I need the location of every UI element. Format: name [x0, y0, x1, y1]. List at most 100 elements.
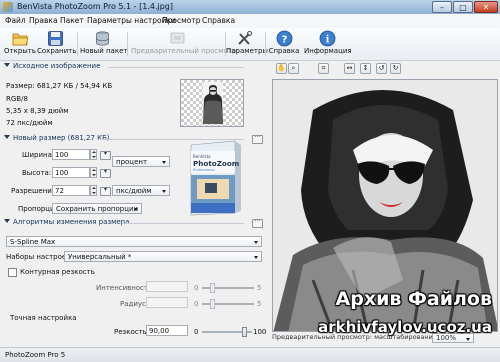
chevron-down-icon — [162, 190, 166, 193]
save-label: Сохранить — [37, 47, 77, 55]
source-size: Размер: 681,27 КБ / 54,94 КБ — [6, 82, 113, 90]
svg-text:i: i — [325, 35, 329, 46]
preview-label: Предварительный просмотр — [131, 47, 237, 55]
slider-thumb[interactable] — [210, 299, 215, 309]
app-window: BenVista PhotoZoom Pro 5.1 - [1.4.jpg] –… — [0, 0, 500, 362]
toolbar-separator — [265, 32, 266, 56]
proportions-select[interactable]: Сохранить пропорции — [52, 203, 142, 214]
info-button[interactable]: i Информация — [304, 29, 352, 59]
algorithm-section-header[interactable]: Алгоритмы изменения размера — [4, 218, 264, 228]
preview-icon — [169, 30, 186, 47]
height-input[interactable]: 100 — [52, 167, 90, 178]
info-label: Информация — [304, 47, 352, 55]
minimize-button[interactable]: – — [432, 1, 452, 13]
new-batch-button[interactable]: Новый пакет — [80, 29, 128, 59]
collapse-arrow-icon — [4, 219, 10, 223]
radius-min: 0 — [194, 300, 199, 308]
section-divider — [122, 223, 244, 224]
presets-value: Универсальный * — [68, 253, 132, 261]
chevron-down-icon — [162, 161, 166, 164]
save-button[interactable]: Сохранить — [37, 29, 77, 59]
open-label: Открыть — [4, 47, 36, 55]
chevron-down-icon — [254, 256, 258, 259]
crispness-slider[interactable] — [202, 327, 252, 337]
close-button[interactable]: ✕ — [474, 1, 498, 13]
chevron-down-icon — [134, 208, 138, 211]
width-label: Ширина: — [22, 151, 55, 159]
menu-file[interactable]: Файл — [5, 16, 26, 25]
resolution-unit-value: пкс/дюйм — [116, 187, 152, 195]
sharpness-label: Контурная резкость — [20, 268, 95, 276]
fine-tune-label: Точная настройка — [10, 314, 77, 322]
intensity-min: 0 — [194, 284, 199, 292]
presets-select[interactable]: Универсальный * — [64, 251, 262, 262]
svg-text:?: ? — [281, 34, 287, 45]
settings-label: Параметры — [226, 47, 268, 55]
zoom-tool-icon[interactable]: ⌕ — [288, 63, 299, 74]
help-button[interactable]: ? Справка — [268, 29, 300, 59]
sharpness-checkbox[interactable] — [8, 268, 17, 277]
source-header-label: Исходное изображение — [13, 62, 101, 70]
collapse-arrow-icon — [4, 63, 10, 67]
preview-toolbar: ✋ ⌕ ⌗ ↔ ↕ ↺ ↻ — [272, 62, 498, 76]
new-batch-label: Новый пакет — [80, 47, 128, 55]
help-icon: ? — [276, 30, 293, 47]
source-dimensions: 5,35 x 8,39 дюйм — [6, 107, 69, 115]
crop-tool-icon[interactable]: ⌗ — [318, 63, 329, 74]
section-divider — [108, 67, 244, 68]
menu-view[interactable]: Просмотр — [162, 16, 201, 25]
rotate-right-icon[interactable]: ↻ — [390, 63, 401, 74]
hand-tool-icon[interactable]: ✋ — [276, 63, 287, 74]
intensity-max: 5 — [257, 284, 262, 292]
source-color-mode: RGB/8 — [6, 95, 28, 103]
resolution-unit-select[interactable]: пкс/дюйм — [112, 185, 170, 196]
radius-input[interactable] — [146, 297, 188, 308]
flip-horizontal-icon[interactable]: ↔ — [344, 63, 355, 74]
chevron-down-icon — [466, 338, 470, 341]
menu-batch[interactable]: Пакет — [60, 16, 84, 25]
slider-thumb[interactable] — [210, 283, 215, 293]
slider-thumb[interactable] — [242, 327, 247, 337]
height-stepper[interactable] — [90, 167, 97, 178]
resolution-stepper[interactable] — [90, 185, 97, 196]
preview-button[interactable]: Предварительный просмотр — [131, 29, 237, 59]
size-unit-value: процент — [116, 158, 148, 166]
radius-label: Радиус: — [120, 300, 149, 308]
size-unit-select[interactable]: процент — [112, 156, 170, 167]
watermark-title: Архив Файлов — [335, 288, 492, 310]
method-select[interactable]: S-Spline Max — [6, 236, 262, 247]
rotate-left-icon[interactable]: ↺ — [376, 63, 387, 74]
open-button[interactable]: Открыть — [4, 29, 36, 59]
crispness-input[interactable]: 90,00 — [146, 325, 188, 336]
chevron-down-icon — [254, 241, 258, 244]
source-thumbnail[interactable] — [180, 79, 244, 127]
intensity-input[interactable] — [146, 281, 188, 292]
newsize-header-label: Новый размер (681,27 КБ) — [13, 134, 110, 142]
presets-label: Наборы настроек: — [6, 253, 73, 261]
resolution-input[interactable]: 72 — [52, 185, 90, 196]
algorithm-header-label: Алгоритмы изменения размера — [13, 218, 130, 226]
width-input[interactable]: 100 — [52, 149, 90, 160]
product-box-image: BenVista PhotoZoom Professional — [190, 140, 241, 216]
width-menu-button[interactable]: ▾ — [100, 151, 111, 160]
method-value: S-Spline Max — [10, 238, 56, 246]
thumbnail-image — [203, 82, 223, 124]
settings-panel: Исходное изображение Размер: 681,27 КБ /… — [4, 62, 266, 346]
floppy-disk-icon — [47, 30, 64, 47]
menu-help[interactable]: Справка — [202, 16, 235, 25]
maximize-button[interactable]: □ — [453, 1, 473, 13]
source-section-header[interactable]: Исходное изображение — [4, 62, 264, 72]
crispness-label: Резкость: — [114, 328, 150, 336]
help-label: Справка — [268, 47, 300, 55]
resolution-menu-button[interactable]: ▾ — [100, 187, 111, 196]
flip-vertical-icon[interactable]: ↕ — [360, 63, 371, 74]
proportions-value: Сохранить пропорции — [56, 205, 139, 213]
menu-edit[interactable]: Правка — [29, 16, 58, 25]
toolbar: Открыть Сохранить Новый пакет Предварите… — [0, 28, 500, 61]
radius-slider[interactable] — [202, 299, 254, 309]
settings-button[interactable]: Параметры — [226, 29, 268, 59]
width-stepper[interactable] — [90, 149, 97, 160]
height-menu-button[interactable]: ▾ — [100, 169, 111, 178]
database-icon — [94, 30, 111, 47]
intensity-slider[interactable] — [202, 283, 254, 293]
